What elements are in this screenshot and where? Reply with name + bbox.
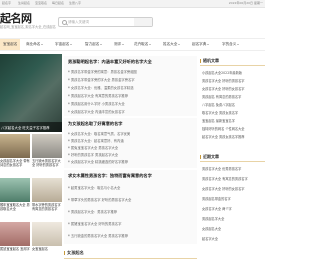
thumb-image-6[interactable] [32, 222, 62, 246]
list-item[interactable]: 女孩名字大全：取名寓意气质，名字优美 [68, 131, 130, 136]
sidebar-link[interactable]: 女孩起名大全 [202, 226, 221, 231]
nav-item-2[interactable]: 商业命名 [26, 39, 44, 50]
topbar-date: 2022年06月20日 星期一 [228, 1, 263, 5]
list-item[interactable]: 属猪宝宝名字大全 好听的男孩名字 [68, 221, 122, 226]
sidebar-heading-recent: 近期文章 [200, 152, 265, 162]
chevron-down-icon [100, 43, 103, 45]
list-item[interactable]: 男孩名字大全：起名寓意好、有内涵 [68, 138, 124, 143]
sidebar-heading-random: 随机文章 [200, 56, 265, 66]
nav-item-1[interactable]: 宝宝起名 [0, 39, 21, 50]
section-heading-girls[interactable]: 女孩起名 [64, 248, 197, 259]
chevron-down-icon [149, 43, 152, 45]
chevron-down-icon [41, 43, 44, 45]
hero-caption[interactable]: 八字起名大全 旺夫益子名字推荐 [1, 125, 50, 130]
list-item[interactable]: 好听的男孩名字 男孩起名字大全 [68, 152, 118, 157]
main-nav: 宝宝起名 商业命名 宇宙起名 智力起名 测评 花卉取名 姓名大全 起名字典 字的… [0, 38, 265, 51]
list-item[interactable]: 带草字头的男孩名字 好听的男孩名字大全 [68, 197, 131, 202]
sidebar-link[interactable]: 女孩名字大全 好听的女孩名字 [202, 186, 244, 191]
topbar-link-2[interactable]: 生肖起名 [18, 0, 30, 7]
chevron-down-icon [237, 43, 240, 45]
search-icon [62, 20, 67, 25]
chevron-down-icon [70, 43, 73, 45]
sidebar-link[interactable]: 男孩名字大全 优秀男孩名字 [202, 166, 241, 171]
hero-image[interactable]: 八字起名大全 旺夫益子名字推荐 [0, 54, 62, 132]
nav-item-6[interactable]: 花卉取名 [134, 39, 152, 50]
list-item[interactable]: 男孩起名用什么字好 小男孩名字大全 [68, 101, 125, 106]
search-input[interactable]: 请输入关键词 [68, 18, 89, 26]
card-title[interactable]: 为女孩起名取了好寓意的名字 [68, 121, 122, 127]
sidebar-link[interactable]: 小孩起名大全2022年最新版 [202, 70, 242, 75]
list-item[interactable]: 男孩起名字大全 有寓意的男孩名字推荐 [68, 93, 128, 98]
sidebar-link[interactable]: 起名字大全 男孩女孩名字推荐 [202, 134, 244, 139]
search-button[interactable] [134, 18, 152, 26]
nav-item-9[interactable]: 字的含义 [222, 39, 240, 50]
sidebar-link[interactable]: 女孩名字大全 两个字 [202, 206, 232, 211]
thumb-caption-6[interactable]: 女宝宝起名 [32, 247, 62, 251]
sidebar-link[interactable]: 男孩起名 有寓意的男孩名字 [202, 94, 241, 99]
thumb-caption-2[interactable]: 五行缺木男孩名字大全 好听的男孩名字 [32, 159, 62, 167]
topbar-link-5[interactable]: 生辰八字 [69, 0, 81, 7]
topbar-link-3[interactable]: 宝宝取名 [35, 0, 47, 7]
nav-item-7[interactable]: 姓名大全 [163, 39, 181, 50]
search-box[interactable]: 请输入关键词 [58, 17, 153, 27]
thumb-image-1[interactable] [0, 134, 30, 158]
list-item[interactable]: 五行缺金的男孩名字大全 男孩名字推荐 [68, 233, 128, 238]
list-item[interactable]: 女孩名字大全：优雅、温柔的女孩名字精选 [68, 85, 134, 90]
list-item[interactable]: 男孩起名字大全：男孩名字推荐 [68, 209, 117, 214]
sidebar-link[interactable]: 独特好听的网名 个性网名大全 [202, 126, 244, 131]
topbar-link-1[interactable]: 起名字 [2, 0, 11, 7]
nav-item-3[interactable]: 宇宙起名 [55, 39, 73, 50]
sidebar-link[interactable]: 男孩起名字大全 [202, 216, 224, 221]
article-card-3: 求女木属性男孩名字：独特而富有寓意的名字 起男宝名字大全：取名与小名大全 带草字… [64, 170, 197, 244]
thumb-caption-1[interactable]: 女孩起名字大全 带有诗意的女孩名字 [0, 159, 30, 167]
sidebar-link[interactable]: 男孩起名带金的名字 [202, 196, 231, 201]
thumb-caption-4[interactable]: 带水字旁的男孩名字 有寓意的男孩名字 [32, 203, 62, 211]
article-card-2: 为女孩起名取了好寓意的名字 女孩名字大全：取名寓意气质，名字优美 男孩名字大全：… [64, 118, 197, 168]
list-item[interactable]: 男孩名字带金字旁的寓意：男孩名金字旁组图 [68, 69, 137, 74]
article-card-1: 男孩聪明起名字：内涵丰富又好听的名字大全 男孩名字带金字旁的寓意：男孩名金字旁组… [64, 56, 197, 116]
chevron-down-icon [178, 43, 181, 45]
nav-item-5[interactable]: 测评 [114, 39, 125, 50]
card-title[interactable]: 男孩聪明起名字：内涵丰富又好听的名字大全 [68, 59, 152, 65]
sidebar-link[interactable]: 取名字大全 男孩女孩名字 [202, 110, 238, 115]
chevron-down-icon [207, 43, 210, 45]
chevron-down-icon [122, 43, 125, 45]
thumb-image-3[interactable] [0, 178, 30, 202]
thumb-caption-3[interactable]: 猴年宝宝取名大全 男孩取名大全 [0, 203, 30, 211]
sidebar-link[interactable]: 起名字大全 [202, 236, 218, 241]
sidebar-link[interactable]: 男孩名字大全 好听的男孩名字 [202, 78, 244, 83]
list-item[interactable]: 起男宝名字大全：取名与小名大全 [68, 185, 120, 190]
topbar-link-4[interactable]: 每日起名 [52, 0, 64, 7]
thumb-caption-5[interactable]: 属鼠宝宝起名 宜用字 [0, 247, 30, 251]
site-slogan: 起名网_宝宝起名_取名字大全_在线起名 [0, 25, 56, 29]
list-item[interactable]: 男孩名字带金字旁的字大全 男孩金字旁名字 [68, 77, 135, 82]
top-bar: 起名字 生肖起名 宝宝取名 每日起名 生辰八字 2022年06月20日 星期一 [0, 0, 265, 8]
sidebar-link[interactable]: 女孩名字大全 好听的女孩名字 [202, 86, 244, 91]
thumb-image-2[interactable] [32, 134, 62, 158]
list-item[interactable]: 女孩起名字大全 内涵丰富的女孩名字 [68, 109, 125, 114]
list-item[interactable]: 女孩起名字大全 精挑细选的好名字推荐 [68, 159, 128, 164]
thumb-image-5[interactable] [0, 222, 30, 246]
sidebar-link[interactable]: 宝宝起名 最新宝宝名字 [202, 118, 235, 123]
nav-item-8[interactable]: 起名字典 [192, 39, 210, 50]
thumb-image-4[interactable] [32, 178, 62, 202]
list-item[interactable]: 属兔宝宝名字大全 男孩名字大全 [68, 145, 118, 150]
card-title[interactable]: 求女木属性男孩名字：独特而富有寓意的名字 [68, 173, 152, 179]
sidebar-link[interactable]: 男孩名字大全 有寓意的男孩名字 [202, 176, 248, 181]
nav-item-4[interactable]: 智力起名 [85, 39, 103, 50]
sidebar-link[interactable]: 八字起名 免费八字起名 [202, 102, 235, 107]
